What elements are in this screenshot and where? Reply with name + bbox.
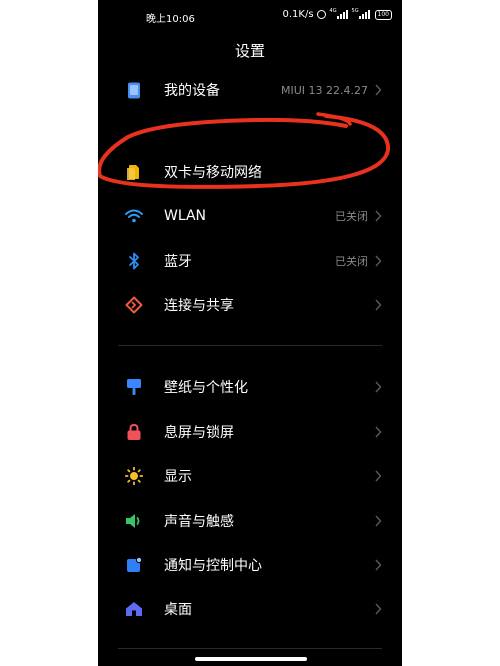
settings-item-label: 桌面: [164, 602, 192, 618]
section-divider: [118, 345, 382, 346]
settings-item-label: 蓝牙: [164, 254, 192, 270]
settings-item-value: MIUI 13 22.4.27: [280, 83, 368, 97]
settings-item-dual-sim[interactable]: 双卡与移动网络: [98, 153, 402, 191]
bluetooth-icon: [124, 251, 144, 271]
settings-item-sound[interactable]: 声音与触感: [98, 502, 402, 540]
settings-item-label: 显示: [164, 469, 192, 485]
sim-card-icon: [124, 162, 144, 182]
status-indicators: 0.1K/s 4G 5G 100: [282, 9, 392, 20]
sim1-network-tag: 4G: [329, 8, 337, 14]
settings-item-bluetooth[interactable]: 蓝牙 已关闭: [98, 242, 402, 280]
signal-sim2-icon: 5G: [352, 9, 370, 19]
connection-share-icon: [124, 295, 144, 315]
notification-icon: [124, 555, 144, 575]
brightness-icon: [124, 466, 144, 486]
chevron-right-icon: [372, 84, 384, 96]
settings-item-value: 已关闭: [335, 255, 368, 268]
settings-item-label: WLAN: [164, 208, 207, 224]
chevron-right-icon: [372, 426, 384, 438]
chevron-right-icon: [372, 255, 384, 267]
status-time: 晚上10:06: [146, 14, 195, 25]
bottom-divider: [118, 648, 382, 649]
chevron-right-icon: [372, 559, 384, 571]
settings-item-wlan[interactable]: WLAN 已关闭: [98, 197, 402, 235]
settings-item-value: 已关闭: [335, 210, 368, 223]
chevron-right-icon: [372, 515, 384, 527]
chevron-right-icon: [372, 381, 384, 393]
chevron-right-icon: [372, 299, 384, 311]
settings-item-label: 通知与控制中心: [164, 558, 262, 574]
sim2-network-tag: 5G: [351, 8, 359, 14]
phone-screen: 晚上10:06 0.1K/s 4G 5G 100 设置 我的设备 MIUI 13…: [98, 0, 402, 666]
status-bar: 晚上10:06 0.1K/s 4G 5G 100: [98, 0, 402, 32]
speaker-icon: [124, 511, 144, 531]
settings-item-label: 壁纸与个性化: [164, 380, 248, 396]
lock-icon: [124, 422, 144, 442]
settings-item-home-screen[interactable]: 桌面: [98, 590, 402, 628]
alarm-icon: [316, 10, 326, 19]
net-speed: 0.1K/s: [282, 9, 314, 20]
settings-item-label: 息屏与锁屏: [164, 425, 234, 441]
chevron-right-icon: [372, 603, 384, 615]
chevron-right-icon: [372, 470, 384, 482]
battery-indicator: 100: [374, 9, 392, 20]
home-indicator[interactable]: [195, 657, 307, 661]
home-icon: [124, 599, 144, 619]
signal-sim1-icon: 4G: [330, 9, 348, 19]
settings-item-label: 声音与触感: [164, 514, 234, 530]
settings-item-lock-screen[interactable]: 息屏与锁屏: [98, 413, 402, 451]
settings-item-wallpaper[interactable]: 壁纸与个性化: [98, 368, 402, 406]
settings-item-label: 连接与共享: [164, 298, 234, 314]
settings-item-my-device[interactable]: 我的设备 MIUI 13 22.4.27: [98, 71, 402, 109]
settings-item-label: 我的设备: [164, 83, 220, 99]
settings-item-notification[interactable]: 通知与控制中心: [98, 546, 402, 584]
wifi-icon: [124, 206, 144, 226]
settings-item-connection-share[interactable]: 连接与共享: [98, 286, 402, 324]
page-title: 设置: [234, 42, 265, 60]
wallpaper-icon: [124, 377, 144, 397]
settings-item-display[interactable]: 显示: [98, 457, 402, 495]
chevron-right-icon: [372, 210, 384, 222]
settings-item-label: 双卡与移动网络: [164, 165, 262, 181]
device-icon: [124, 80, 144, 100]
